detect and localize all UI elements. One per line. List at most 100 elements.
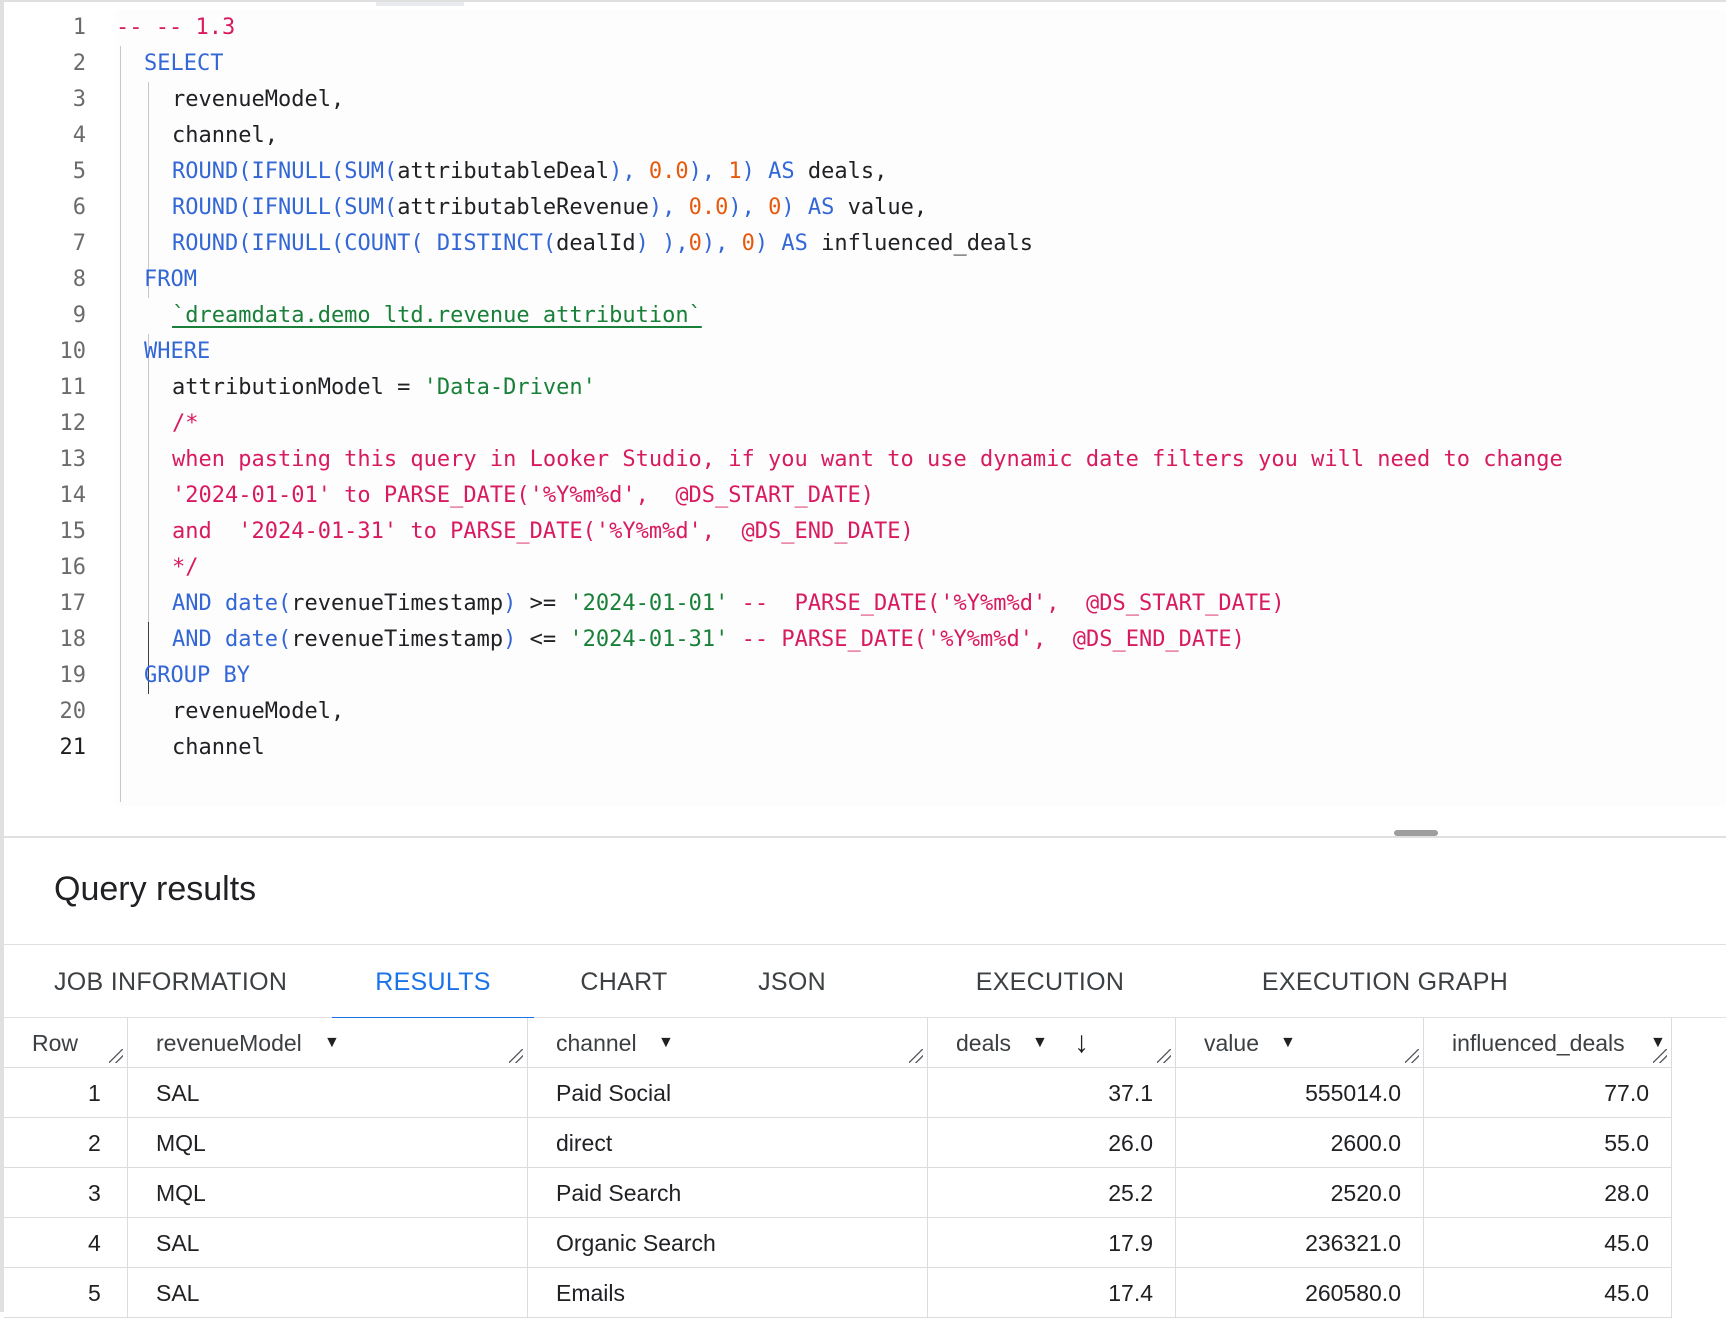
code-line-17: AND date(revenueTimestamp) >= '2024-01-0… (172, 586, 1285, 622)
alias: deals, (794, 159, 888, 184)
tab-execution-graph[interactable]: EXECUTION GRAPH (1260, 945, 1510, 1019)
line-number: 5 (72, 159, 86, 184)
tab-json[interactable]: JSON (744, 945, 840, 1019)
table-cell[interactable]: Emails (528, 1268, 928, 1318)
tab-execution-details[interactable]: EXECUTION DETAILS (920, 945, 1180, 1070)
table-cell[interactable]: 2520.0 (1176, 1168, 1424, 1218)
code-line-16: */ (172, 555, 199, 580)
table-cell[interactable]: SAL (128, 1218, 528, 1268)
column-header-deals[interactable]: deals ▼ ↓ (928, 1018, 1176, 1068)
table-row-number: 2 (4, 1118, 128, 1168)
resize-corner-icon[interactable] (1157, 1049, 1171, 1063)
code-line-15: and '2024-01-31' to PARSE_DATE('%Y%m%d',… (172, 519, 914, 544)
paren: ) (503, 627, 517, 652)
line-number: 15 (59, 519, 87, 544)
operator: >= (516, 591, 570, 616)
column-header-influenced-deals[interactable]: influenced_deals ▼ (1424, 1018, 1672, 1068)
table-cell[interactable]: 2600.0 (1176, 1118, 1424, 1168)
code-line-3: revenueModel, (172, 87, 345, 112)
table-cell[interactable]: 45.0 (1424, 1268, 1672, 1318)
string-literal: 'Data-Driven' (423, 375, 596, 400)
column-header-label: deals (956, 1030, 1011, 1056)
table-cell[interactable]: 25.2 (928, 1168, 1176, 1218)
code-line-19: GROUP BY (144, 663, 250, 688)
code-line-4: channel, (172, 123, 278, 148)
results-table: Row revenueModel ▼ channel ▼ deals ▼ ↓ v… (4, 1018, 1726, 1318)
resize-corner-icon[interactable] (509, 1049, 523, 1063)
line-number: 13 (59, 447, 87, 472)
table-cell[interactable]: Organic Search (528, 1218, 928, 1268)
table-reference-link[interactable]: `dreamdata.demo_ltd.revenue_attribution` (172, 298, 702, 334)
table-cell[interactable]: 26.0 (928, 1118, 1176, 1168)
fn-ifnull: IFNULL( (251, 195, 345, 220)
table-row-number: 3 (4, 1168, 128, 1218)
column-header-channel[interactable]: channel ▼ (528, 1018, 928, 1068)
code-line-12: /* (172, 411, 199, 436)
table-cell[interactable]: 17.9 (928, 1218, 1176, 1268)
table-cell[interactable]: MQL (128, 1168, 528, 1218)
caret-down-icon[interactable]: ▼ (658, 1018, 674, 1068)
caret-down-icon[interactable]: ▼ (1032, 1018, 1048, 1068)
inline-comment: -- PARSE_DATE('%Y%m%d', @DS_END_DATE) (728, 627, 1245, 652)
line-number: 1 (72, 15, 86, 40)
code-line-21: channel (172, 735, 265, 760)
table-cell[interactable]: 17.4 (928, 1268, 1176, 1318)
line-number: 9 (72, 303, 86, 328)
number-literal: 0.0 (648, 159, 689, 184)
paren: ), (701, 231, 742, 256)
code-area[interactable]: -- -- 1.3 SELECT revenueModel, channel, … (116, 10, 1726, 806)
resize-corner-icon[interactable] (1653, 1049, 1667, 1063)
caret-down-icon[interactable]: ▼ (324, 1018, 340, 1068)
table-cell[interactable]: 236321.0 (1176, 1218, 1424, 1268)
table-cell[interactable]: MQL (128, 1118, 528, 1168)
table-cell[interactable]: 260580.0 (1176, 1268, 1424, 1318)
fn-arg: dealId (556, 231, 636, 256)
resize-corner-icon[interactable] (1405, 1049, 1419, 1063)
arrow-down-icon[interactable]: ↓ (1074, 1018, 1089, 1068)
code-line-11: attributionModel = 'Data-Driven' (172, 370, 596, 406)
table-cell[interactable]: 77.0 (1424, 1068, 1672, 1118)
code-line-13: when pasting this query in Looker Studio… (172, 447, 1563, 472)
sql-editor[interactable]: 1 2 3 4 5 6 7 8 9 10 11 12 13 14 15 16 1… (0, 0, 1726, 836)
table-cell[interactable]: 37.1 (928, 1068, 1176, 1118)
string-literal: '2024-01-31' (569, 627, 729, 652)
editor-top-edge (376, 2, 464, 6)
table-cell[interactable]: 55.0 (1424, 1118, 1672, 1168)
column-header-value[interactable]: value ▼ (1176, 1018, 1424, 1068)
table-cell[interactable]: SAL (128, 1268, 528, 1318)
fn-count: COUNT( (344, 231, 437, 256)
code-line-20: revenueModel, (172, 699, 345, 724)
table-cell[interactable]: Paid Social (528, 1068, 928, 1118)
column-header-row[interactable]: Row (4, 1018, 128, 1068)
table-cell[interactable]: direct (528, 1118, 928, 1168)
table-cell[interactable]: SAL (128, 1068, 528, 1118)
kw-as: AS (768, 159, 795, 184)
caret-down-icon[interactable]: ▼ (1280, 1018, 1296, 1068)
table-cell[interactable]: Paid Search (528, 1168, 928, 1218)
alias: value, (834, 195, 928, 220)
table-cell[interactable]: 555014.0 (1176, 1068, 1424, 1118)
fn-arg: attributableDeal (397, 159, 610, 184)
table-cell[interactable]: 28.0 (1424, 1168, 1672, 1218)
fn-sum: SUM( (344, 195, 398, 220)
number-literal: 0 (741, 231, 755, 256)
line-number: 3 (72, 87, 86, 112)
column-header-revenuemodel[interactable]: revenueModel ▼ (128, 1018, 528, 1068)
tab-results[interactable]: RESULTS (332, 945, 534, 1021)
fn-sum: SUM( (344, 159, 398, 184)
number-literal: 0 (688, 231, 702, 256)
line-number: 4 (72, 123, 86, 148)
paren: ) (503, 591, 517, 616)
kw-as: AS (807, 195, 835, 220)
resize-corner-icon[interactable] (109, 1049, 123, 1063)
fn-arg: revenueTimestamp (291, 591, 504, 616)
column-header-label: revenueModel (156, 1030, 302, 1056)
line-number: 12 (59, 411, 87, 436)
line-number: 18 (59, 627, 87, 652)
tab-chart[interactable]: CHART (570, 945, 678, 1019)
table-cell[interactable]: 45.0 (1424, 1218, 1672, 1268)
query-results-panel: Query results JOB INFORMATION RESULTS CH… (0, 836, 1726, 1318)
line-number: 2 (72, 51, 86, 76)
tab-job-information[interactable]: JOB INFORMATION (54, 945, 294, 1019)
resize-corner-icon[interactable] (909, 1049, 923, 1063)
